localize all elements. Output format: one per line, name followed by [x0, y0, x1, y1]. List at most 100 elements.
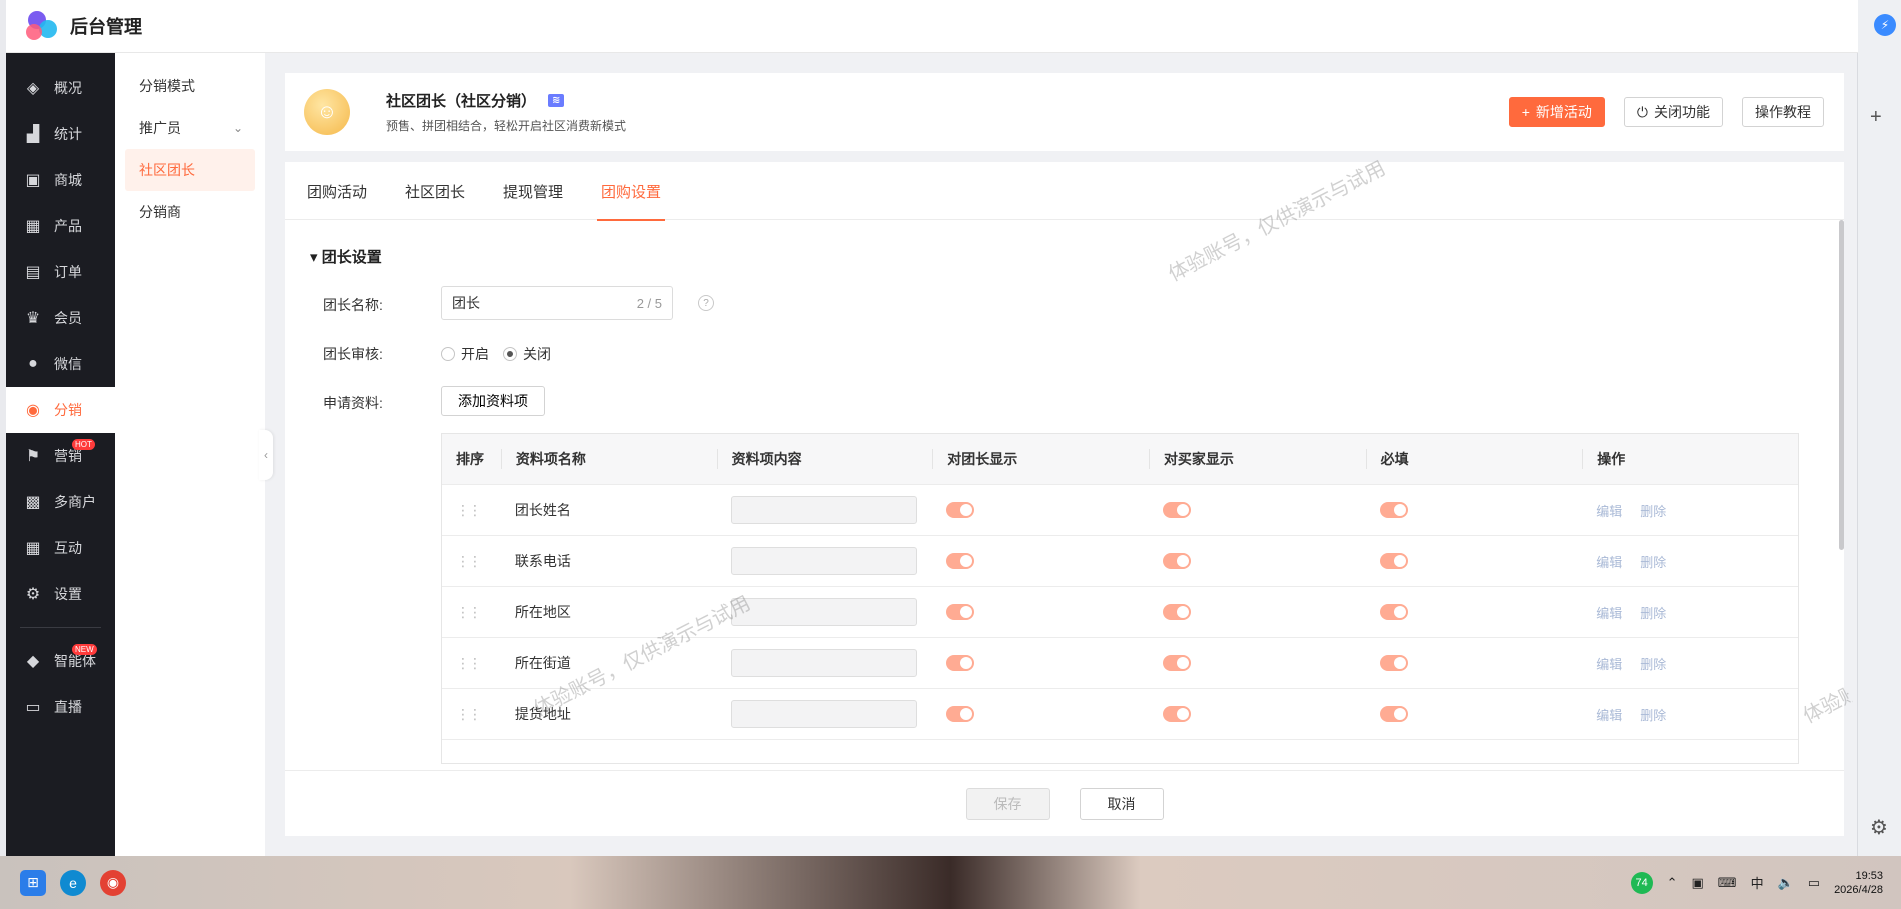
edit-link[interactable]: 编辑	[1596, 555, 1622, 570]
material-table: 排序 资料项名称 资料项内容 对团长显示 对买家显示 必填 操作 ⋮⋮ 团长姓名 编辑 删除 ⋮⋮ 联…	[441, 433, 1799, 764]
tray-app-icon[interactable]: ▣	[1692, 875, 1704, 891]
required-toggle[interactable]	[1379, 706, 1408, 722]
sidebar-item[interactable]: ▩ 多商户	[6, 479, 115, 525]
plus-icon[interactable]: +	[1870, 106, 1882, 129]
battery-icon[interactable]: ▭	[1808, 875, 1820, 891]
submenu-item[interactable]: 分销商	[115, 191, 265, 233]
help-icon[interactable]: ?	[698, 295, 714, 311]
tab-item[interactable]: 团购设置	[597, 162, 666, 221]
tray-badge[interactable]: 74	[1630, 871, 1653, 894]
scrollbar[interactable]	[1839, 220, 1844, 550]
main-panel: 团购活动 社区团长 提现管理 团购设置 ▾ 团长设置 团长名称: 团长 2 / 5 ?…	[285, 162, 1844, 836]
tab-item[interactable]: 团购活动	[307, 162, 367, 220]
submenu-item[interactable]: 分销模式	[115, 65, 265, 107]
volume-icon[interactable]: 🔈	[1778, 875, 1794, 891]
leader-review-label: 团长审核:	[323, 346, 383, 362]
delete-link[interactable]: 删除	[1640, 504, 1666, 519]
required-toggle[interactable]	[1379, 604, 1408, 620]
app-logo	[24, 8, 60, 44]
edit-link[interactable]: 编辑	[1596, 657, 1622, 672]
required-toggle[interactable]	[1379, 553, 1408, 569]
drag-handle-icon[interactable]: ⋮⋮	[442, 604, 501, 621]
clock[interactable]: 19:53 2026/4/28	[1834, 869, 1883, 897]
shop-icon: ▣	[25, 172, 41, 189]
sidebar-item[interactable]: ⚑ 营销 HOT	[6, 433, 115, 479]
show-to-buyer-toggle[interactable]	[1162, 553, 1191, 569]
leader-name-input[interactable]: 团长 2 / 5	[441, 286, 673, 320]
actions-cell: 编辑 删除	[1582, 501, 1798, 520]
sidebar-item-label: 微信	[54, 356, 82, 372]
ime-indicator[interactable]: 中	[1751, 873, 1764, 892]
keyboard-icon[interactable]: ⌨	[1718, 875, 1737, 891]
close-feature-button[interactable]: ⏻ 关闭功能	[1623, 97, 1723, 127]
sidebar-item[interactable]: ▤ 订单	[6, 249, 115, 295]
tv-icon: ▭	[25, 699, 41, 716]
collapse-sidebar-button[interactable]: ‹	[259, 430, 273, 480]
gear-icon[interactable]: ⚙	[1870, 815, 1888, 840]
delete-link[interactable]: 删除	[1640, 555, 1666, 570]
show-to-buyer-cell	[1149, 553, 1366, 569]
edit-link[interactable]: 编辑	[1596, 606, 1622, 621]
sidebar-item[interactable]: ▦ 产品	[6, 203, 115, 249]
tutorial-button[interactable]: 操作教程	[1742, 97, 1824, 127]
delete-link[interactable]: 删除	[1640, 606, 1666, 621]
edit-link[interactable]: 编辑	[1596, 708, 1622, 723]
drag-handle-icon[interactable]: ⋮⋮	[442, 655, 501, 672]
edit-link[interactable]: 编辑	[1596, 504, 1622, 519]
delete-link[interactable]: 删除	[1640, 657, 1666, 672]
show-to-leader-toggle[interactable]	[946, 706, 975, 722]
submenu-item[interactable]: 推广员 ⌄	[115, 107, 265, 149]
table-row: ⋮⋮ 提货地址 编辑 删除	[442, 689, 1798, 740]
item-content-input	[730, 547, 917, 575]
bolt-icon[interactable]: ⚡	[1874, 14, 1896, 36]
leader-name-label: 团长名称:	[323, 297, 383, 313]
show-to-buyer-toggle[interactable]	[1162, 604, 1191, 620]
chevron-up-icon[interactable]: ⌃	[1667, 875, 1678, 891]
sidebar-item[interactable]: ♛ 会员	[6, 295, 115, 341]
sidebar-item[interactable]: ▦ 互动	[6, 525, 115, 571]
start-icon[interactable]: ⊞	[20, 869, 46, 896]
review-on-radio[interactable]: 开启	[441, 344, 489, 364]
drag-handle-icon[interactable]: ⋮⋮	[442, 553, 501, 570]
required-cell	[1366, 604, 1583, 620]
sidebar-item[interactable]: ◆ 智能体 NEW	[6, 638, 115, 684]
show-to-leader-toggle[interactable]	[946, 502, 975, 518]
merchant-icon: ▩	[25, 494, 41, 511]
chrome-browser-icon[interactable]: ◉	[100, 869, 126, 896]
show-to-leader-toggle[interactable]	[946, 655, 975, 671]
add-activity-button[interactable]: + 新增活动	[1508, 97, 1605, 127]
sidebar-item[interactable]: ▣ 商城	[6, 157, 115, 203]
cancel-button[interactable]: 取消	[1079, 787, 1164, 820]
tab-item[interactable]: 提现管理	[503, 162, 563, 220]
table-header: 排序 资料项名称 资料项内容 对团长显示 对买家显示 必填 操作	[442, 434, 1798, 485]
delete-link[interactable]: 删除	[1640, 708, 1666, 723]
show-to-leader-toggle[interactable]	[946, 553, 975, 569]
sidebar-item[interactable]: ● 微信	[6, 341, 115, 387]
drag-handle-icon[interactable]: ⋮⋮	[442, 706, 501, 723]
show-to-leader-toggle[interactable]	[946, 604, 975, 620]
drag-handle-icon[interactable]: ⋮⋮	[442, 502, 501, 519]
required-toggle[interactable]	[1379, 655, 1408, 671]
edge-browser-icon[interactable]: e	[60, 869, 86, 896]
sidebar-item[interactable]: ⚙ 设置	[6, 571, 115, 617]
tab-item[interactable]: 社区团长	[405, 162, 465, 220]
submenu-item-label: 分销模式	[139, 78, 195, 94]
show-to-buyer-toggle[interactable]	[1162, 502, 1191, 518]
submenu-item[interactable]: 社区团长	[125, 149, 255, 191]
show-to-buyer-toggle[interactable]	[1162, 706, 1191, 722]
sidebar-item[interactable]: ▭ 直播	[6, 684, 115, 730]
required-cell	[1366, 706, 1583, 722]
sidebar-item[interactable]: ◈ 概况	[6, 65, 115, 111]
required-toggle[interactable]	[1379, 502, 1408, 518]
sidebar-item[interactable]: ▟ 统计	[6, 111, 115, 157]
sidebar-item-label: 会员	[54, 310, 82, 326]
save-button[interactable]: 保存	[965, 787, 1050, 820]
add-material-item-button[interactable]: 添加资料项	[441, 386, 545, 416]
grid-icon: ▦	[25, 218, 41, 235]
sidebar-item[interactable]: ◉ 分销	[6, 387, 115, 433]
section-title-leader-settings[interactable]: ▾ 团长设置	[310, 246, 382, 267]
show-to-buyer-toggle[interactable]	[1162, 655, 1191, 671]
required-cell	[1366, 502, 1583, 518]
os-taskbar: ⊞ e ◉ 74 ⌃ ▣ ⌨ 中 🔈 ▭ 19:53 2026/4/28	[0, 856, 1901, 909]
review-off-radio[interactable]: 关闭	[503, 344, 551, 364]
